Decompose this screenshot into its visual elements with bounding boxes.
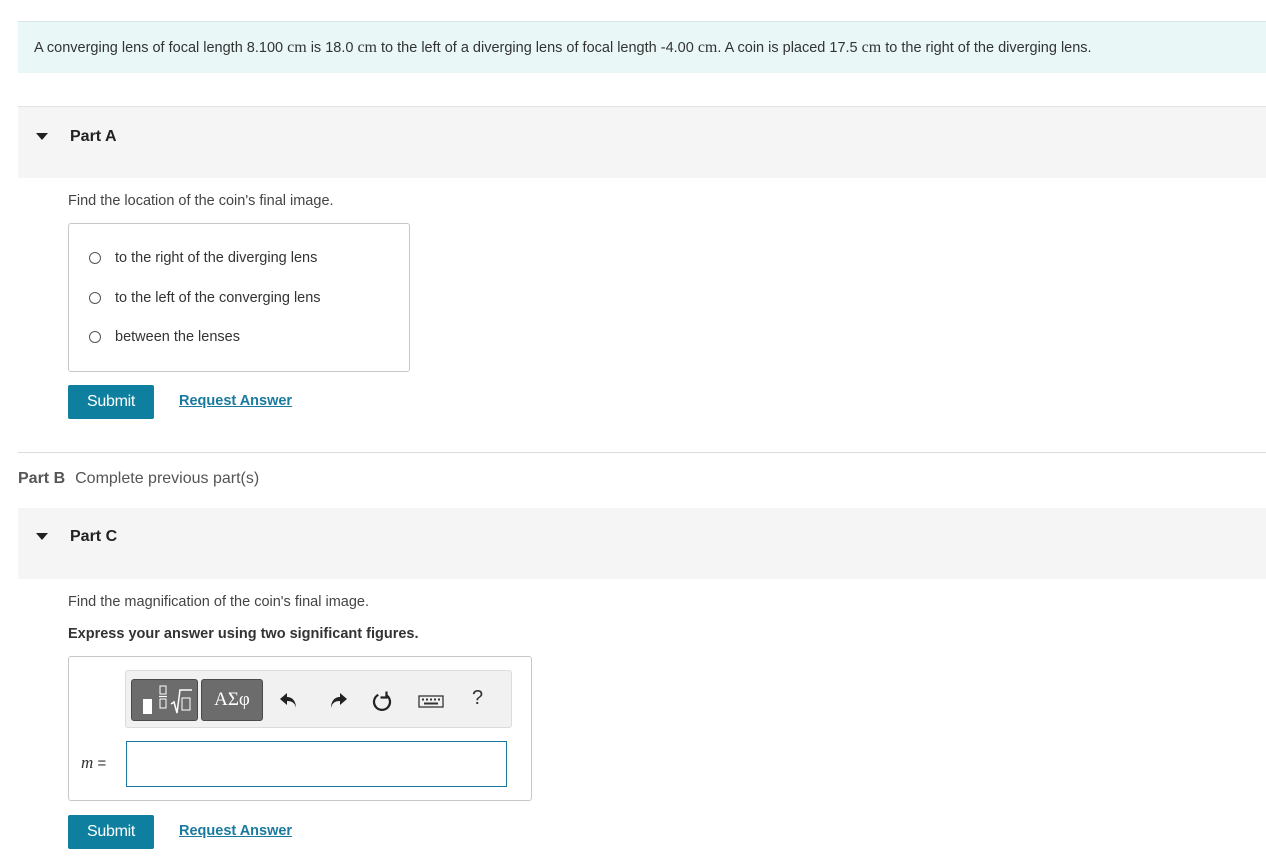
answer-box: ΑΣφ ? m = — [68, 656, 532, 801]
collapse-caret-icon[interactable] — [36, 533, 48, 540]
part-a-submit-button[interactable]: Submit — [68, 385, 154, 419]
part-c-question: Find the magnification of the coin's fin… — [68, 594, 369, 610]
undo-icon[interactable] — [278, 689, 302, 713]
problem-text: is 18.0 — [306, 40, 358, 56]
variable-symbol: m — [81, 753, 94, 772]
part-c-submit-button[interactable]: Submit — [68, 815, 154, 849]
part-a-header[interactable]: Part A — [18, 106, 1266, 178]
problem-text: to the right of the diverging lens. — [881, 40, 1092, 56]
part-a-question: Find the location of the coin's final im… — [68, 193, 334, 209]
problem-statement: A converging lens of focal length 8.100 … — [18, 21, 1266, 73]
unit-text: cm — [697, 39, 718, 56]
problem-text: to the left of a diverging lens of focal… — [377, 40, 698, 56]
answer-input[interactable] — [126, 741, 507, 787]
greek-symbols-button[interactable]: ΑΣφ — [201, 679, 263, 721]
reset-icon[interactable] — [370, 689, 394, 713]
templates-icon — [143, 685, 192, 714]
math-toolbar: ΑΣφ ? — [125, 670, 512, 728]
unit-text: cm — [861, 39, 882, 56]
problem-text: A converging lens of focal length 8.100 — [34, 40, 288, 56]
choice-group: to the right of the diverging lens to th… — [68, 223, 410, 372]
collapse-caret-icon[interactable] — [36, 133, 48, 140]
problem-text: . A coin is placed 17.5 — [717, 40, 862, 56]
choice-label[interactable]: between the lenses — [115, 329, 240, 345]
part-c-request-answer-link[interactable]: Request Answer — [179, 823, 292, 839]
choice-label[interactable]: to the right of the diverging lens — [115, 250, 317, 266]
choice-item[interactable]: to the right of the diverging lens — [89, 248, 317, 268]
radio-button[interactable] — [89, 292, 101, 304]
part-c-header[interactable]: Part C — [18, 508, 1266, 579]
part-b-row: Part B Complete previous part(s) — [18, 470, 259, 488]
equals-sign: = — [93, 755, 107, 772]
part-b-title: Part B — [18, 470, 66, 487]
part-a-title: Part A — [70, 128, 117, 145]
radio-button[interactable] — [89, 252, 101, 264]
part-c-title: Part C — [70, 528, 118, 545]
divider — [18, 452, 1266, 453]
unit-text: cm — [287, 39, 307, 56]
unit-text: cm — [357, 39, 377, 56]
part-c-instruction: Express your answer using two significan… — [68, 626, 419, 642]
redo-icon[interactable] — [325, 689, 349, 713]
help-icon[interactable]: ? — [472, 687, 483, 710]
keyboard-icon[interactable] — [418, 689, 444, 713]
part-b-status: Complete previous part(s) — [75, 470, 260, 487]
radio-button[interactable] — [89, 331, 101, 343]
templates-button[interactable] — [131, 679, 198, 721]
choice-item[interactable]: between the lenses — [89, 327, 240, 347]
choice-item[interactable]: to the left of the converging lens — [89, 288, 321, 308]
choice-label[interactable]: to the left of the converging lens — [115, 290, 321, 306]
variable-label: m = — [81, 753, 106, 773]
part-a-request-answer-link[interactable]: Request Answer — [179, 393, 292, 409]
